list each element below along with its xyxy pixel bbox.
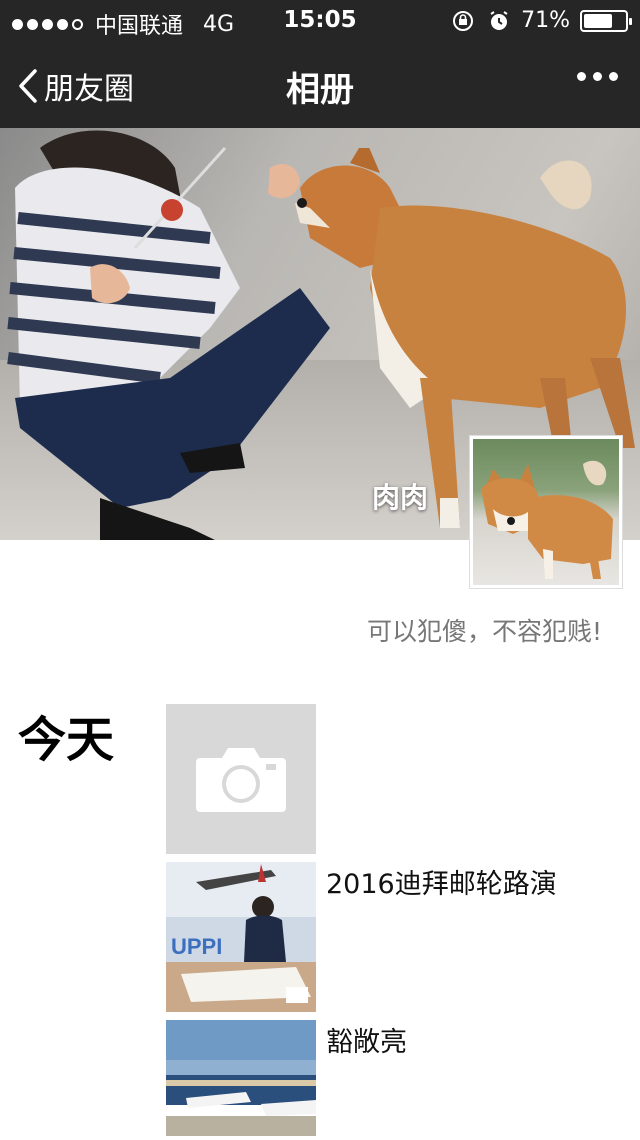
- battery-fill: [584, 13, 613, 28]
- rotation-lock-icon: [453, 10, 474, 31]
- navigation-bar: 朋友圈 相册: [0, 42, 640, 128]
- post-thumbnail[interactable]: [166, 1020, 316, 1136]
- alarm-icon: [490, 10, 508, 30]
- post-photo-roadshow: UPPI: [166, 862, 316, 1012]
- avatar-image: [473, 439, 619, 585]
- person-illustration: [7, 130, 330, 540]
- post-thumbnail[interactable]: UPPI: [166, 862, 316, 1012]
- status-icons: 71%: [451, 8, 632, 33]
- post-caption: 2016迪拜邮轮路演: [326, 869, 557, 900]
- profile-name: 肉肉: [371, 481, 428, 514]
- battery-icon: [580, 9, 632, 32]
- battery-percent: 71%: [521, 8, 570, 33]
- more-dot: [593, 72, 602, 81]
- avatar[interactable]: [470, 436, 622, 588]
- post-caption: 豁敞亮: [326, 1027, 407, 1058]
- page-title: 相册: [286, 70, 354, 110]
- more-dot: [609, 72, 618, 81]
- new-post-camera-button[interactable]: [166, 704, 316, 854]
- post-photo-harbor: [166, 1020, 316, 1136]
- camera-icon: [196, 748, 286, 812]
- more-options-button[interactable]: [577, 72, 618, 81]
- profile-signature: 可以犯傻，不容犯贱!: [366, 617, 602, 646]
- more-dot: [577, 72, 586, 81]
- day-label: 今天: [18, 712, 115, 768]
- status-bar: 中国联通 4G 15:05 71%: [0, 0, 640, 42]
- svg-text:UPPI: UPPI: [171, 934, 222, 959]
- avatar-dog-illustration: [481, 460, 613, 579]
